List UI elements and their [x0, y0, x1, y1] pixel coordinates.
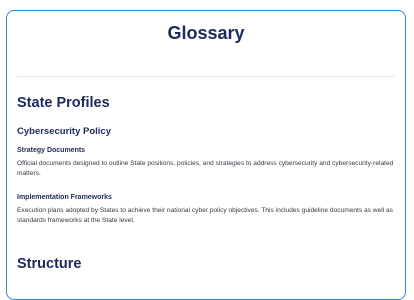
- glossary-panel: Glossary State Profiles Cybersecurity Po…: [6, 10, 406, 300]
- subsection-heading-cybersecurity-policy: Cybersecurity Policy: [17, 126, 111, 137]
- definition-implementation-frameworks: Execution plans adopted by States to ach…: [17, 207, 393, 224]
- term-implementation-frameworks: Implementation Frameworks: [17, 194, 112, 201]
- section-heading-state-profiles: State Profiles: [17, 95, 110, 111]
- title-divider: [17, 76, 395, 77]
- section-heading-structure: Structure: [17, 256, 82, 272]
- definition-strategy-documents: Official documents designed to outline S…: [17, 160, 394, 177]
- page-title: Glossary: [167, 23, 245, 43]
- term-strategy-documents: Strategy Documents: [17, 147, 86, 154]
